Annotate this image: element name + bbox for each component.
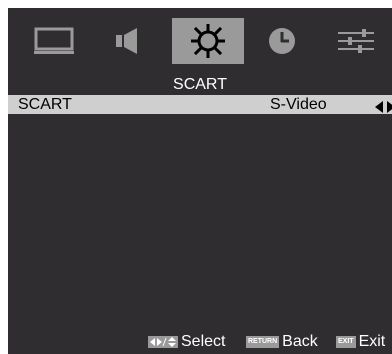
select-hint: Select xyxy=(148,330,225,354)
setting-value: S-Video xyxy=(270,96,327,113)
tab-sound[interactable] xyxy=(92,18,164,64)
exit-hint: EXIT Exit xyxy=(336,330,385,354)
gear-icon xyxy=(191,24,225,58)
left-right-arrows-icon[interactable] xyxy=(375,99,392,113)
select-label: Select xyxy=(181,333,226,350)
exit-key: EXIT xyxy=(336,336,356,348)
osd-menu: SCART SCART S-Video Select RETURN Back E… xyxy=(8,8,392,354)
speaker-icon xyxy=(115,27,141,55)
setting-row-scart[interactable]: SCART S-Video xyxy=(8,95,392,114)
tab-setup[interactable] xyxy=(320,18,392,64)
section-title: SCART xyxy=(173,76,227,93)
tab-timer[interactable] xyxy=(246,18,318,64)
navigation-keys-icon xyxy=(148,336,178,348)
setting-label: SCART xyxy=(18,96,72,113)
back-hint: RETURN Back xyxy=(246,330,318,354)
return-key: RETURN xyxy=(246,336,280,348)
exit-label: Exit xyxy=(358,333,386,350)
picture-icon xyxy=(34,27,74,55)
clock-icon xyxy=(268,27,296,55)
menu-tab-bar xyxy=(8,8,392,68)
back-label: Back xyxy=(282,333,318,350)
tab-picture[interactable] xyxy=(18,18,90,64)
tab-settings[interactable] xyxy=(172,18,244,64)
sliders-icon xyxy=(336,27,376,55)
footer-hints: Select RETURN Back EXIT Exit xyxy=(8,330,392,354)
